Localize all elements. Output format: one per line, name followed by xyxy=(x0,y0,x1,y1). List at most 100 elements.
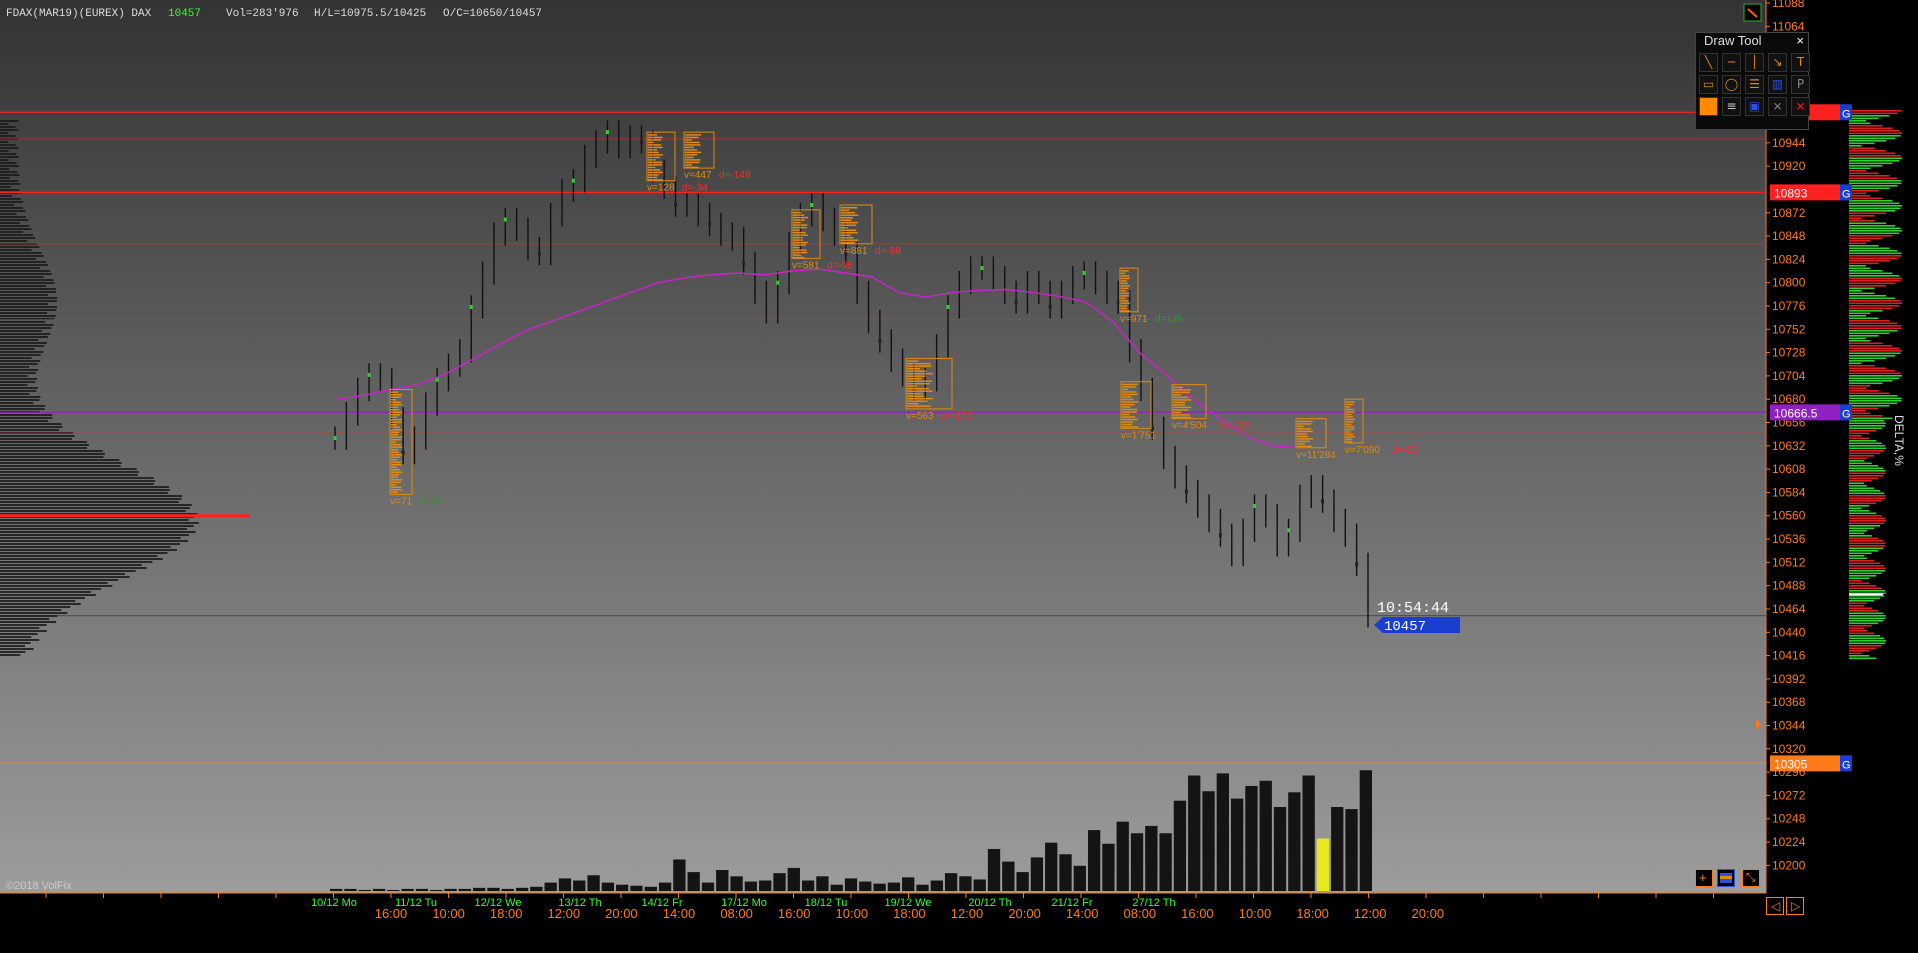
ray-tool-button[interactable]: ↘ xyxy=(1768,53,1787,72)
volume-bar xyxy=(801,880,815,891)
volume-profile-bar xyxy=(685,141,700,144)
text-tool-button[interactable]: T xyxy=(1791,53,1810,72)
close-icon[interactable]: × xyxy=(1796,33,1804,49)
profile-bar xyxy=(0,378,38,380)
delta-bar-positive xyxy=(1849,115,1890,117)
draw-tool-panel[interactable]: Draw Tool × ╲ ─ │ ↘ T ▭ ◯ ☰ ▥ P ≡ ▣ ⨯ ⨯ xyxy=(1695,32,1810,130)
delta-bar-negative xyxy=(1849,500,1882,502)
delta-bar-positive xyxy=(1849,360,1875,362)
volume-profile-bar xyxy=(907,360,919,362)
volume-profile-bar xyxy=(793,234,808,236)
volume-bar xyxy=(759,880,772,891)
volume-profile-tool-button[interactable]: ▥ xyxy=(1768,75,1787,94)
price-tick-label: 10728 xyxy=(1772,346,1806,360)
volume-profile-bar xyxy=(648,141,654,144)
volume-bar xyxy=(630,885,643,891)
rectangle-tool-button[interactable]: ▭ xyxy=(1699,75,1718,94)
volume-profile-bar xyxy=(391,409,400,411)
profile-bar xyxy=(0,219,29,221)
volume-profile-bar xyxy=(391,491,399,494)
price-tick-label: 10824 xyxy=(1772,252,1806,266)
scroll-right-button[interactable]: ▷ xyxy=(1786,897,1804,915)
profile-bar xyxy=(0,558,163,560)
delta-bar-positive xyxy=(1849,482,1865,485)
volume-profile-bar xyxy=(793,229,800,231)
volume-profile-bar xyxy=(1121,295,1130,297)
crosshair-button[interactable]: + xyxy=(1695,869,1713,887)
delta-bar-negative xyxy=(1849,127,1893,130)
volume-profile-bar xyxy=(648,161,663,164)
profile-bar xyxy=(0,612,68,614)
delta-bar-negative xyxy=(1849,347,1900,350)
volume-profile-bar xyxy=(685,136,699,139)
volume-profile-bar xyxy=(1173,391,1190,394)
profile-bar xyxy=(0,594,96,596)
delta-bar-positive xyxy=(1849,550,1879,552)
volume-bar xyxy=(787,867,800,891)
profile-bar xyxy=(0,525,194,527)
profile-settings-button[interactable] xyxy=(1717,869,1735,887)
volume-profile-bar xyxy=(841,226,848,229)
delete-tool-button[interactable]: ⨯ xyxy=(1768,97,1787,116)
price-bar-tick xyxy=(946,304,950,309)
delta-bar-negative xyxy=(1849,560,1875,562)
delta-bar-negative xyxy=(1849,242,1867,245)
profile-bar xyxy=(0,300,57,302)
volume-profile-volume: v=128 xyxy=(647,183,675,194)
volume-profile-bar xyxy=(907,370,927,372)
volume-profile-bar xyxy=(907,395,925,397)
volume-profile-bar xyxy=(1297,435,1309,438)
delta-bar-positive xyxy=(1849,405,1890,407)
profile-bar xyxy=(0,201,24,203)
profile-bar xyxy=(0,195,13,197)
ellipse-tool-button[interactable]: ◯ xyxy=(1722,75,1741,94)
fill-color-button[interactable] xyxy=(1699,97,1718,116)
profile-bar xyxy=(0,234,33,236)
volume-profile-volume: v=11'284 xyxy=(1296,450,1336,461)
volume-bar xyxy=(387,889,400,891)
scroll-left-button[interactable]: ◁ xyxy=(1766,897,1784,915)
price-chart[interactable]: v=71 d=76 v=128 d=-34 v=447 d=-149 v=581 d=-95 v… xyxy=(0,0,1918,948)
volume-profile-bar xyxy=(907,382,930,385)
profile-bar xyxy=(0,651,26,653)
frame-color-button[interactable]: ▣ xyxy=(1745,97,1764,116)
price-tick-label: 10752 xyxy=(1772,322,1806,336)
volume-profile-delta: d=-34 xyxy=(682,183,708,194)
line-style-button[interactable]: ≡ xyxy=(1722,97,1741,116)
delta-bar-negative xyxy=(1849,542,1886,545)
volume-profile-bar xyxy=(648,144,662,146)
volume-profile-bar xyxy=(1121,282,1128,285)
volume-profile-bar xyxy=(1346,428,1355,431)
delta-bar-positive xyxy=(1849,182,1902,185)
line-tool-button[interactable]: ╲ xyxy=(1699,53,1718,72)
delta-bar-negative xyxy=(1849,457,1867,460)
volume-profile-bar xyxy=(841,229,857,231)
fibonacci-tool-button[interactable]: ☰ xyxy=(1745,75,1764,94)
price-tick-label: 10848 xyxy=(1772,229,1806,243)
volume-profile-bar xyxy=(685,159,701,161)
delete-all-button[interactable]: ⨯ xyxy=(1791,97,1810,116)
delta-bar-positive xyxy=(1849,117,1879,120)
volume-bar-highlight xyxy=(1316,838,1330,891)
delta-bar-positive xyxy=(1849,397,1902,400)
volume-profile-bar xyxy=(391,479,403,481)
volume-profile-bar xyxy=(1173,414,1190,416)
chart-root[interactable]: v=71 d=76 v=128 d=-34 v=447 d=-149 v=581 d=-95 v… xyxy=(0,0,1918,948)
delta-bar-positive xyxy=(1849,640,1886,642)
profile-bar xyxy=(0,597,85,599)
delta-bar-negative xyxy=(1849,502,1877,505)
volume-profile-bar xyxy=(1122,391,1137,393)
volume-profile-bar xyxy=(391,466,397,469)
delta-bar-negative xyxy=(1849,430,1877,432)
resize-button[interactable]: ⤡ xyxy=(1742,869,1760,887)
price-label-tool-button[interactable]: P xyxy=(1791,75,1810,94)
delta-bar-negative xyxy=(1849,257,1898,260)
price-bar-tick xyxy=(605,130,609,135)
vertical-line-tool-button[interactable]: │ xyxy=(1745,53,1764,72)
time-label: 16:00 xyxy=(1181,906,1214,921)
profile-bar xyxy=(0,387,38,389)
horizontal-line-tool-button[interactable]: ─ xyxy=(1722,53,1741,72)
date-label: 10/12 Mo xyxy=(311,897,357,909)
volume-profile-bar xyxy=(793,241,808,244)
volume-profile-bar xyxy=(1173,411,1181,414)
